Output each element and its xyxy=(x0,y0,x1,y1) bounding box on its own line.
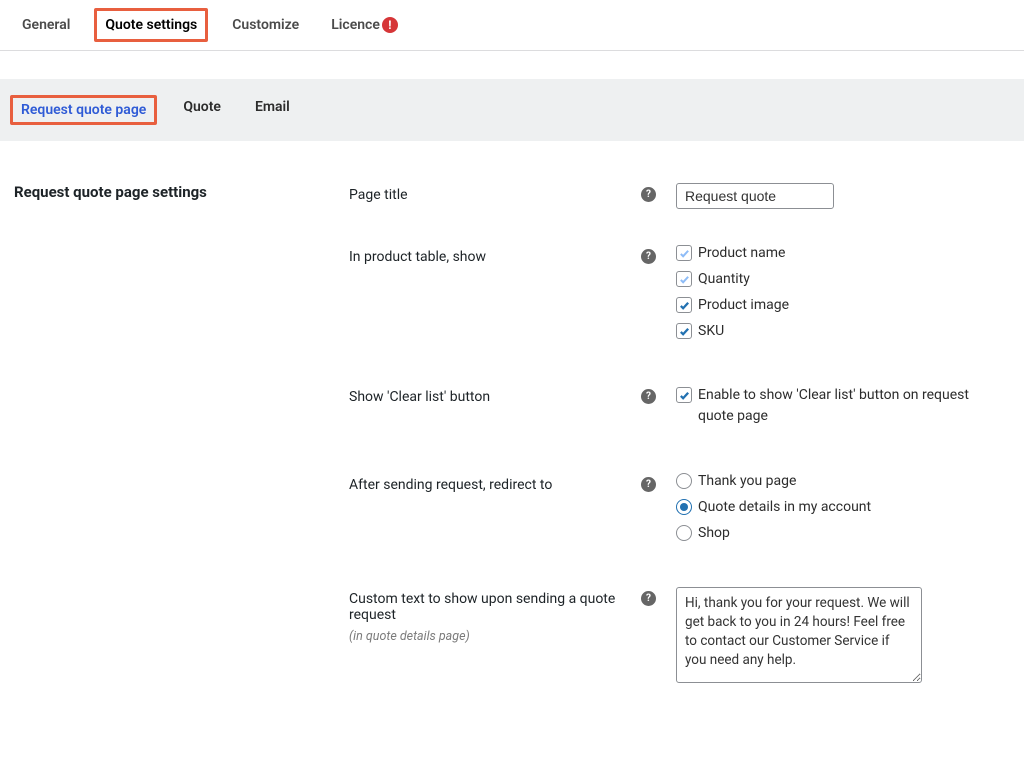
form-table: Page title ? In product table, show ? Pr… xyxy=(349,183,1010,723)
radio-shop[interactable] xyxy=(676,525,692,541)
opt-product-image: Product image xyxy=(698,297,789,313)
subtab-email[interactable]: Email xyxy=(247,95,298,119)
help-icon[interactable]: ? xyxy=(641,249,656,264)
checkbox-quantity[interactable] xyxy=(676,271,692,287)
tab-quote-settings[interactable]: Quote settings xyxy=(94,8,208,42)
row-clear-list: Show 'Clear list' button ? Enable to sho… xyxy=(349,385,1010,437)
custom-text-textarea[interactable] xyxy=(676,587,922,683)
opt-product-name: Product name xyxy=(698,245,785,261)
label-page-title: Page title xyxy=(349,187,408,203)
tab-licence[interactable]: Licence ! xyxy=(323,8,406,42)
page-title-input[interactable] xyxy=(676,183,834,209)
radio-thank-you[interactable] xyxy=(676,473,692,489)
help-icon[interactable]: ? xyxy=(641,389,656,404)
label-custom-text: Custom text to show upon sending a quote… xyxy=(349,591,615,623)
row-product-table: In product table, show ? Product name Qu… xyxy=(349,245,1010,349)
tab-licence-label: Licence xyxy=(331,17,380,33)
sublabel-custom-text: (in quote details page) xyxy=(349,629,635,644)
checkbox-product-image[interactable] xyxy=(676,297,692,313)
opt-sku: SKU xyxy=(698,323,724,339)
desc-clear-list: Enable to show 'Clear list' button on re… xyxy=(698,385,998,427)
row-redirect: After sending request, redirect to ? Tha… xyxy=(349,473,1010,551)
row-page-title: Page title ? xyxy=(349,183,1010,209)
opt-quantity: Quantity xyxy=(698,271,750,287)
top-tabs: General Quote settings Customize Licence… xyxy=(0,0,1024,51)
checkbox-sku[interactable] xyxy=(676,323,692,339)
section-heading: Request quote page settings xyxy=(14,183,349,723)
subtab-quote[interactable]: Quote xyxy=(175,95,229,119)
radio-quote-details[interactable] xyxy=(676,499,692,515)
sub-tabs: Request quote page Quote Email xyxy=(0,79,1024,141)
subtab-request-quote-page[interactable]: Request quote page xyxy=(10,95,157,125)
help-icon[interactable]: ? xyxy=(641,187,656,202)
help-icon[interactable]: ? xyxy=(641,591,656,606)
checkbox-product-name[interactable] xyxy=(676,245,692,261)
label-clear-list: Show 'Clear list' button xyxy=(349,389,490,405)
label-redirect: After sending request, redirect to xyxy=(349,477,552,493)
tab-general[interactable]: General xyxy=(14,8,78,42)
opt-thank-you: Thank you page xyxy=(698,473,796,489)
checkbox-clear-list[interactable] xyxy=(676,387,692,403)
label-product-table: In product table, show xyxy=(349,249,486,265)
row-custom-text: Custom text to show upon sending a quote… xyxy=(349,587,1010,687)
alert-icon: ! xyxy=(382,17,398,33)
opt-quote-details: Quote details in my account xyxy=(698,499,871,515)
tab-customize[interactable]: Customize xyxy=(224,8,307,42)
settings-form: Request quote page settings Page title ?… xyxy=(0,141,1024,763)
help-icon[interactable]: ? xyxy=(641,477,656,492)
opt-shop: Shop xyxy=(698,525,730,541)
